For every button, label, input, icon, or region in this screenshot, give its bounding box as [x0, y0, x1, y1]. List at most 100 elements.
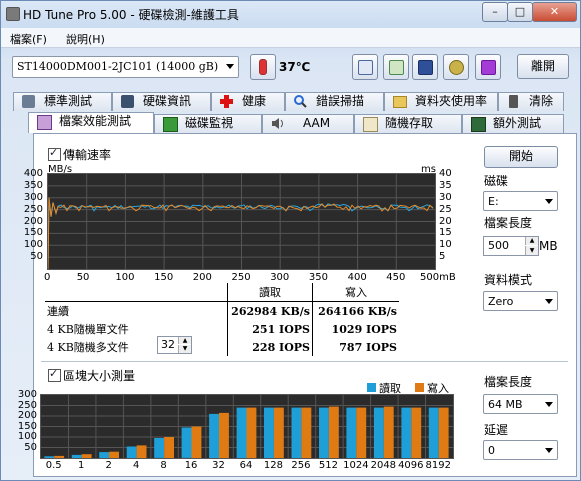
block-file-length-select[interactable]: 64 MB: [483, 394, 558, 414]
copy-text-button[interactable]: [352, 54, 378, 80]
block-y-tick-label: 200: [17, 410, 37, 421]
drive-label: 磁碟: [484, 174, 509, 188]
tab-benchmark[interactable]: 標準測試: [13, 92, 112, 111]
tab-random-access[interactable]: 隨機存取: [354, 114, 462, 133]
tab-error-scan[interactable]: 錯誤掃描: [285, 92, 384, 111]
start-button[interactable]: 開始: [484, 146, 558, 168]
results-header-row: 讀取 寫入: [45, 283, 399, 302]
save-icon: [418, 60, 433, 75]
tab-health[interactable]: 健康: [211, 92, 285, 111]
menu-bar: 檔案(F) 說明(H): [1, 28, 580, 48]
tab-folder-usage[interactable]: 資料夾使用率: [384, 92, 498, 111]
block-y-tick-label: 100: [17, 431, 37, 442]
block-x-tick-label: 16: [184, 460, 198, 471]
left-tick-label: 400: [23, 168, 43, 179]
chevron-down-icon: [545, 199, 553, 204]
transfer-rate-checkbox[interactable]: [48, 146, 61, 161]
tab-aam[interactable]: AAM: [262, 114, 354, 133]
copy-text-icon: [358, 60, 373, 75]
data-mode-select[interactable]: Zero: [483, 291, 558, 311]
health-cross-icon: [220, 95, 233, 108]
write-bar: [191, 426, 202, 458]
block-size-checkbox[interactable]: [48, 367, 61, 382]
block-x-tick-label: 64: [239, 460, 253, 471]
block-x-tick-label: 4: [132, 460, 140, 471]
x-tick-label: 300: [270, 272, 290, 283]
delay-value: 0: [488, 444, 495, 457]
menu-help[interactable]: 說明(H): [66, 31, 105, 47]
transfer-rate-label: 傳輸速率: [63, 148, 112, 162]
read-bar: [126, 446, 137, 458]
write-bar: [328, 406, 339, 458]
read-bar: [373, 407, 384, 458]
spin-down-icon[interactable]: ▼: [525, 246, 538, 255]
temperature-readout: 37℃: [279, 60, 311, 74]
spin-up-icon[interactable]: ▲: [178, 337, 191, 344]
left-tick-label: 50: [30, 251, 43, 263]
tab-file-benchmark[interactable]: 檔案效能測試: [28, 112, 154, 133]
options-icon: [449, 60, 464, 75]
write-bar: [383, 406, 394, 458]
left-tick-label: 200: [23, 215, 43, 227]
legend-write-swatch: [415, 383, 424, 392]
write-bar: [411, 407, 422, 458]
tab-label: 清除: [529, 94, 554, 108]
write-bar: [81, 454, 92, 458]
file-benchmark-icon: [37, 115, 52, 130]
read-bar: [346, 407, 357, 458]
x-tick-label: 150: [154, 272, 174, 283]
sequential-read-value: 262984 KB/s: [227, 301, 313, 320]
spin-down-icon[interactable]: ▼: [178, 345, 191, 353]
block-x-tick-label: 0.5: [45, 460, 62, 471]
close-button[interactable]: ✕: [532, 2, 577, 22]
minimize-button[interactable]: –: [482, 2, 508, 22]
tab-label: 磁碟監視: [185, 116, 234, 130]
drive-letter-select[interactable]: E:: [483, 191, 558, 211]
trash-icon: [509, 95, 518, 108]
tab-info[interactable]: 硬碟資訊: [112, 92, 211, 111]
read-bar: [99, 452, 110, 458]
options-button[interactable]: [443, 54, 469, 80]
app-window: HD Tune Pro 5.00 - 硬碟檢測-維護工具 – □ ✕ 檔案(F)…: [0, 0, 581, 481]
random-access-icon: [363, 117, 378, 132]
drive-select[interactable]: ST14000DM001-2JC101 (14000 gB): [12, 56, 239, 78]
file-length-stepper[interactable]: 500 ▲ ▼: [483, 236, 539, 256]
exit-button[interactable]: 離開: [517, 54, 569, 79]
right-tick-label: 15: [439, 227, 452, 239]
write-bar: [164, 437, 174, 458]
file-length-value: 500: [488, 239, 509, 252]
block-size-chart: [40, 394, 454, 459]
tab-disk-monitor[interactable]: 磁碟監視: [154, 114, 262, 133]
right-tick-label: 35: [439, 179, 452, 191]
legend-read-swatch: [367, 383, 376, 392]
queue-depth-stepper[interactable]: 32 ▲ ▼: [157, 336, 192, 354]
left-tick-label: 300: [23, 191, 43, 203]
tab-erase[interactable]: 清除: [498, 92, 564, 111]
read-bar: [44, 456, 55, 458]
x-tick-label: 450: [386, 272, 406, 283]
chevron-down-icon: [226, 64, 234, 69]
temperature-button[interactable]: [250, 54, 276, 80]
left-tick-label: 350: [23, 179, 43, 191]
x-tick-label: 0: [44, 272, 51, 283]
results-table: 讀取 寫入 連續 262984 KB/s 264166 KB/s 4 KB隨機單…: [45, 283, 399, 356]
write-header: 寫入: [312, 283, 399, 302]
maximize-button[interactable]: □: [507, 2, 533, 22]
speaker-icon: [271, 117, 284, 130]
block-x-tick-label: 4096: [398, 460, 424, 471]
download-button[interactable]: [475, 54, 501, 80]
read-bar: [236, 407, 247, 458]
spin-up-icon[interactable]: ▲: [525, 237, 538, 245]
right-tick-label: 20: [439, 215, 452, 227]
block-x-tick-label: 256: [291, 460, 311, 471]
save-button[interactable]: [412, 54, 438, 80]
delay-select[interactable]: 0: [483, 440, 558, 460]
copy-screenshot-button[interactable]: [383, 54, 409, 80]
table-row: 4 KB隨機單文件 251 IOPS 1029 IOPS: [45, 320, 399, 338]
table-row: 連續 262984 KB/s 264166 KB/s: [45, 301, 399, 320]
write-bar: [301, 407, 312, 458]
menu-file[interactable]: 檔案(F): [10, 31, 47, 47]
block-size-plot: [41, 395, 453, 459]
read-header: 讀取: [227, 283, 313, 302]
tab-extra-tests[interactable]: 額外測試: [462, 114, 564, 133]
